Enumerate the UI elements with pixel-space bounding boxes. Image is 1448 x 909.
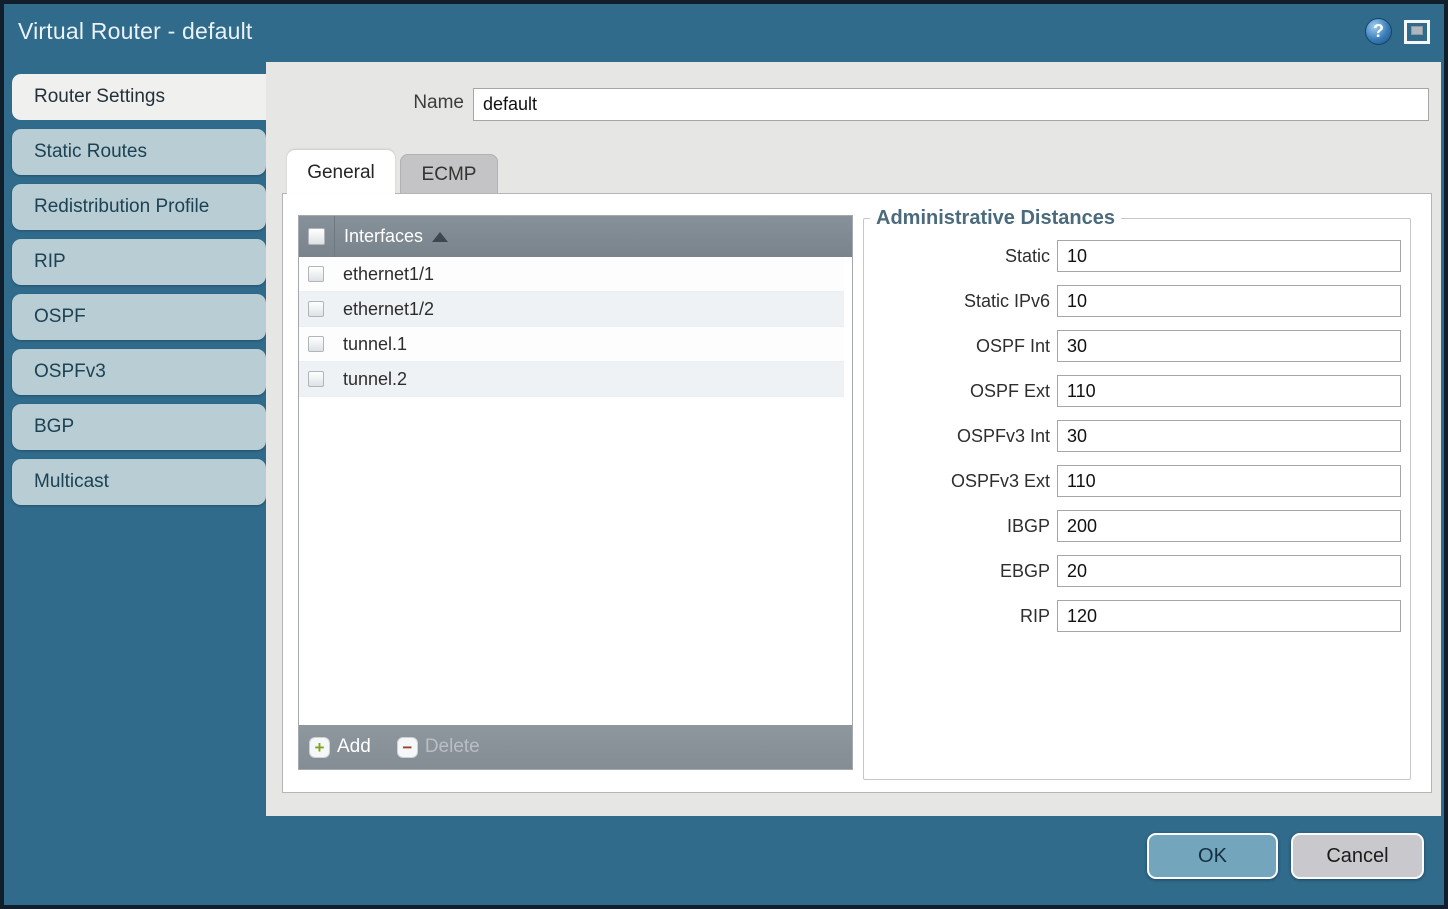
sidebar: Router Settings Static Routes Redistribu…: [12, 74, 266, 514]
interface-row-checkbox[interactable]: [308, 336, 324, 352]
admin-distance-input[interactable]: [1057, 285, 1401, 317]
sidebar-item-label: Redistribution Profile: [12, 196, 209, 218]
sidebar-item-label: BGP: [12, 416, 74, 438]
admin-distance-input[interactable]: [1057, 330, 1401, 362]
add-button[interactable]: + Add: [309, 736, 371, 758]
admin-distance-field: RIP: [864, 600, 1410, 632]
admin-distance-input[interactable]: [1057, 510, 1401, 542]
admin-distance-field: OSPFv3 Ext: [864, 465, 1410, 497]
admin-distance-input[interactable]: [1057, 555, 1401, 587]
admin-distance-input[interactable]: [1057, 240, 1401, 272]
interfaces-table: Interfaces ethernet1/1 ethernet1/2 tunne…: [298, 215, 853, 770]
header-divider: [334, 216, 335, 257]
delete-minus-icon: −: [397, 737, 418, 758]
sidebar-item-label: Router Settings: [12, 86, 165, 108]
sidebar-item-redistribution-profile[interactable]: Redistribution Profile: [12, 184, 266, 230]
sidebar-item-rip[interactable]: RIP: [12, 239, 266, 285]
interface-name: ethernet1/1: [343, 264, 434, 285]
name-row: Name: [266, 88, 1441, 121]
administrative-distances-fieldset: Administrative Distances Static Static I…: [863, 207, 1411, 780]
sidebar-item-ospf[interactable]: OSPF: [12, 294, 266, 340]
sidebar-item-bgp[interactable]: BGP: [12, 404, 266, 450]
admin-distance-input[interactable]: [1057, 420, 1401, 452]
add-plus-icon: +: [309, 737, 330, 758]
sidebar-item-label: Static Routes: [12, 141, 147, 163]
interface-row[interactable]: ethernet1/1: [299, 257, 844, 292]
admin-distance-label: OSPF Ext: [864, 381, 1050, 402]
dialog-actions: OK Cancel: [1147, 833, 1424, 879]
administrative-distances-legend: Administrative Distances: [870, 207, 1121, 230]
interfaces-rows-area: ethernet1/1 ethernet1/2 tunnel.1 tunnel.…: [299, 257, 852, 725]
sidebar-item-router-settings[interactable]: Router Settings: [12, 74, 268, 120]
admin-distance-label: OSPFv3 Int: [864, 426, 1050, 447]
interfaces-table-toolbar: + Add − Delete: [299, 725, 852, 769]
admin-distance-field: OSPF Int: [864, 330, 1410, 362]
interface-name: ethernet1/2: [343, 299, 434, 320]
admin-distance-label: RIP: [864, 606, 1050, 627]
sidebar-item-label: OSPF: [12, 306, 86, 328]
interface-row[interactable]: tunnel.2: [299, 362, 844, 397]
admin-distance-field: OSPFv3 Int: [864, 420, 1410, 452]
sidebar-item-label: Multicast: [12, 471, 109, 493]
admin-distance-input[interactable]: [1057, 465, 1401, 497]
interface-name: tunnel.1: [343, 334, 407, 355]
admin-distance-input[interactable]: [1057, 600, 1401, 632]
admin-distance-label: IBGP: [864, 516, 1050, 537]
interface-row-checkbox[interactable]: [308, 301, 324, 317]
admin-distance-label: OSPFv3 Ext: [864, 471, 1050, 492]
minus-glyph: −: [402, 739, 412, 756]
delete-button[interactable]: − Delete: [397, 736, 480, 758]
tab-general[interactable]: General: [287, 150, 395, 194]
interface-row[interactable]: tunnel.1: [299, 327, 844, 362]
interface-row-checkbox[interactable]: [308, 371, 324, 387]
interface-name: tunnel.2: [343, 369, 407, 390]
admin-distance-field: Static: [864, 240, 1410, 272]
admin-distance-field: EBGP: [864, 555, 1410, 587]
tab-ecmp[interactable]: ECMP: [400, 154, 498, 194]
sort-ascending-icon: [432, 232, 448, 242]
window-restore-icon-inner: [1411, 26, 1423, 35]
name-label: Name: [266, 92, 464, 114]
interface-row[interactable]: ethernet1/2: [299, 292, 844, 327]
admin-distance-field: Static IPv6: [864, 285, 1410, 317]
window-restore-icon[interactable]: [1404, 20, 1430, 44]
plus-glyph: +: [315, 739, 325, 756]
admin-distance-label: EBGP: [864, 561, 1050, 582]
cancel-button[interactable]: Cancel: [1291, 833, 1424, 879]
delete-button-label: Delete: [425, 736, 480, 758]
sidebar-item-label: RIP: [12, 251, 66, 273]
admin-distance-field: IBGP: [864, 510, 1410, 542]
titlebar: Virtual Router - default ?: [4, 4, 1444, 62]
admin-distance-label: OSPF Int: [864, 336, 1050, 357]
interfaces-column-header: Interfaces: [344, 226, 423, 247]
admin-distance-field: OSPF Ext: [864, 375, 1410, 407]
general-tab-panel: Interfaces ethernet1/1 ethernet1/2 tunne…: [282, 193, 1432, 793]
virtual-router-dialog: Virtual Router - default ? Router Settin…: [0, 0, 1448, 909]
select-all-checkbox[interactable]: [308, 228, 325, 245]
interfaces-table-header[interactable]: Interfaces: [299, 216, 852, 257]
sidebar-item-static-routes[interactable]: Static Routes: [12, 129, 266, 175]
name-input[interactable]: [473, 88, 1429, 121]
interface-row-checkbox[interactable]: [308, 266, 324, 282]
sidebar-item-label: OSPFv3: [12, 361, 106, 383]
main-panel: Name General ECMP Interfaces ethernet1/1…: [266, 62, 1441, 816]
admin-distance-label: Static IPv6: [864, 291, 1050, 312]
add-button-label: Add: [337, 736, 371, 758]
admin-distance-label: Static: [864, 246, 1050, 267]
admin-distance-input[interactable]: [1057, 375, 1401, 407]
ok-button[interactable]: OK: [1147, 833, 1278, 879]
sidebar-item-ospfv3[interactable]: OSPFv3: [12, 349, 266, 395]
sidebar-item-multicast[interactable]: Multicast: [12, 459, 266, 505]
dialog-title: Virtual Router - default: [18, 18, 253, 45]
help-icon[interactable]: ?: [1365, 18, 1392, 45]
